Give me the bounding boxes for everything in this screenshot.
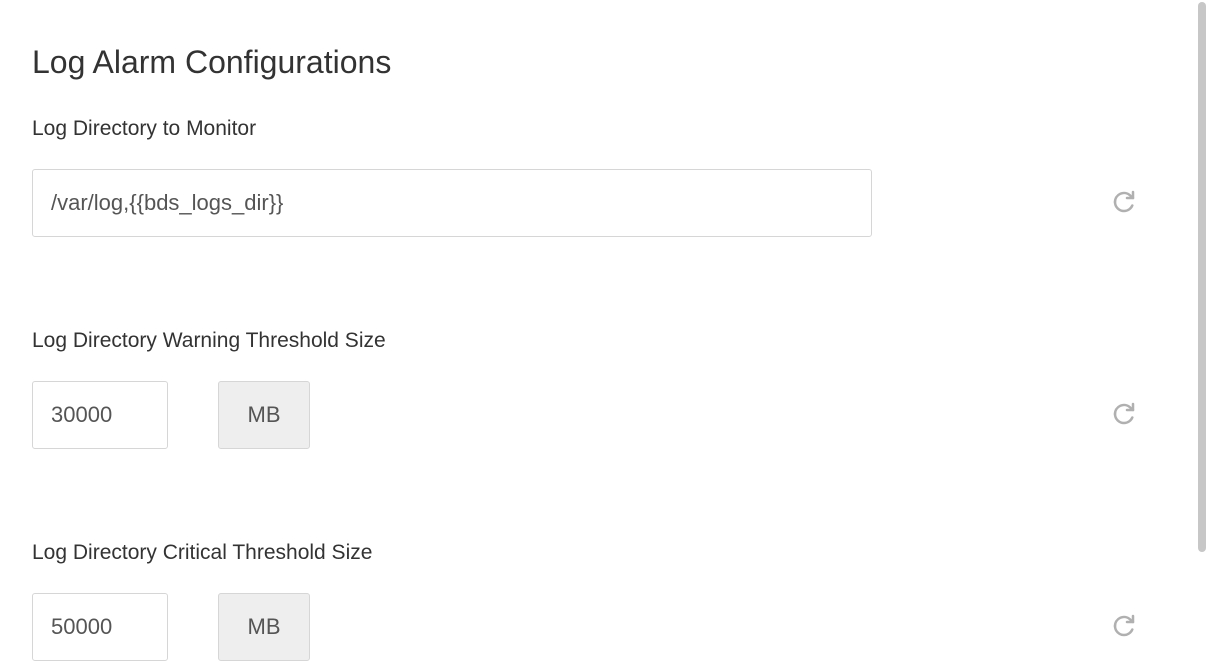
field-critical-threshold: Log Directory Critical Threshold Size MB <box>32 541 1158 661</box>
field-label: Log Directory to Monitor <box>32 117 1158 141</box>
warning-threshold-input[interactable] <box>32 381 168 449</box>
field-warning-threshold: Log Directory Warning Threshold Size MB <box>32 329 1158 449</box>
scrollbar-track[interactable] <box>1198 0 1206 664</box>
section-title: Log Alarm Configurations <box>32 44 1158 81</box>
field-label: Log Directory Critical Threshold Size <box>32 541 1158 565</box>
unit-label: MB <box>218 593 310 661</box>
refresh-icon <box>1112 190 1136 217</box>
reset-button[interactable] <box>1108 399 1140 431</box>
field-log-directory: Log Directory to Monitor <box>32 117 1158 237</box>
refresh-icon <box>1112 614 1136 641</box>
refresh-icon <box>1112 402 1136 429</box>
critical-threshold-input[interactable] <box>32 593 168 661</box>
unit-label: MB <box>218 381 310 449</box>
log-directory-input[interactable] <box>32 169 872 237</box>
scrollbar-thumb[interactable] <box>1198 2 1206 552</box>
reset-button[interactable] <box>1108 187 1140 219</box>
reset-button[interactable] <box>1108 611 1140 643</box>
field-label: Log Directory Warning Threshold Size <box>32 329 1158 353</box>
